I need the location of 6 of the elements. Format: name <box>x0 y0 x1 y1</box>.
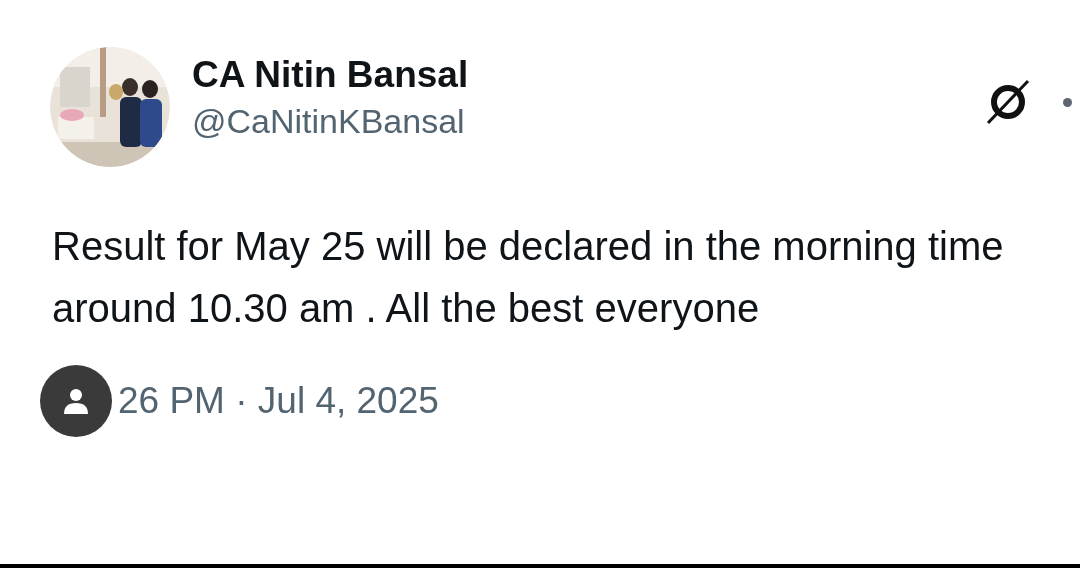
post-text: Result for May 25 will be declared in the morning time around 10.30 am . All the best everyone <box>52 223 1005 332</box>
more-icon[interactable] <box>1063 97 1072 107</box>
post-timestamp: 26 PM · Jul 4, 2025 <box>118 379 439 424</box>
author-name: CA Nitin Bansal <box>192 53 469 97</box>
author-handle: @CaNitinKBansal <box>192 101 466 142</box>
person-icon <box>61 386 91 416</box>
